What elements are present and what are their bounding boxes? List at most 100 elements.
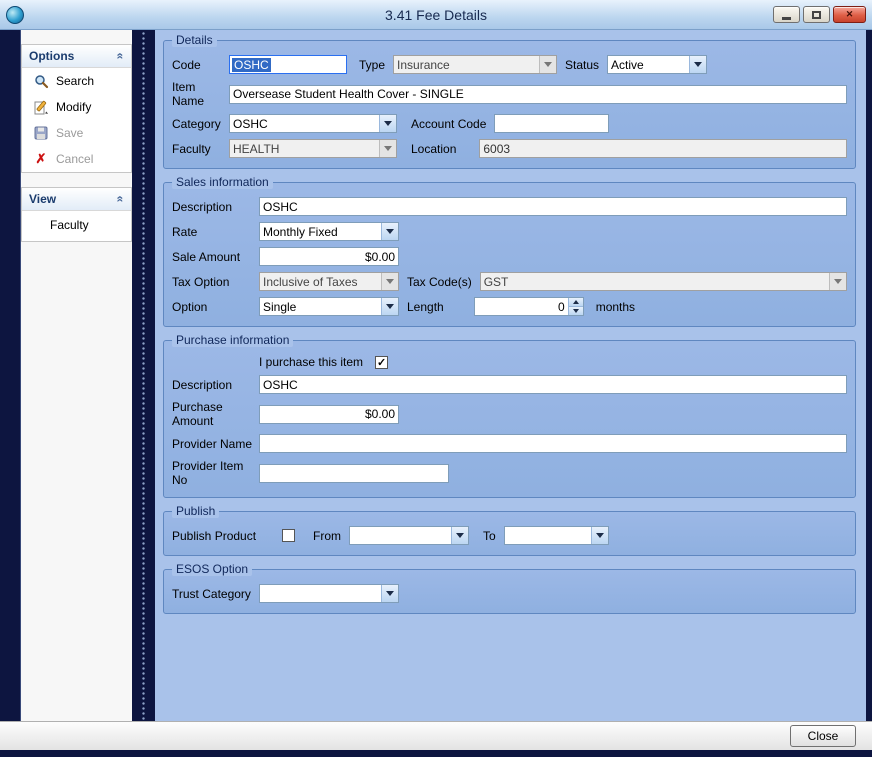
cancel-icon: ✗ (33, 151, 49, 167)
account-code-label: Account Code (411, 117, 486, 131)
close-icon: ✕ (846, 9, 854, 20)
minimize-icon (782, 17, 791, 20)
footer-bar: Close (0, 721, 872, 750)
publish-product-label: Publish Product (172, 529, 282, 543)
faculty-dropdown: HEALTH (229, 139, 397, 158)
spin-up-icon[interactable] (569, 298, 583, 306)
minimize-button[interactable] (773, 6, 800, 23)
modify-icon (33, 99, 49, 115)
sidebar-item-label: Cancel (56, 152, 93, 166)
purchase-description-label: Description (172, 378, 259, 392)
purchase-description-input[interactable] (259, 375, 847, 394)
tax-option-label: Tax Option (172, 275, 259, 289)
status-label: Status (565, 58, 599, 72)
sidebar-item-cancel: ✗ Cancel (22, 146, 131, 172)
sidebar-item-label: Search (56, 74, 94, 88)
rate-label: Rate (172, 225, 259, 239)
chevron-down-icon (829, 273, 846, 290)
maximize-button[interactable] (803, 6, 830, 23)
options-panel: Options « Search Modify (21, 44, 132, 173)
close-window-button[interactable]: ✕ (833, 6, 866, 23)
sidebar-item-faculty[interactable]: Faculty (22, 211, 131, 241)
sidebar-item-search[interactable]: Search (22, 68, 131, 94)
provider-item-no-input[interactable] (259, 464, 449, 483)
chevron-down-icon (381, 298, 398, 315)
item-name-input[interactable] (229, 85, 847, 104)
length-label: Length (407, 300, 444, 314)
chevron-down-icon (381, 223, 398, 240)
months-label: months (596, 300, 635, 314)
group-title: Purchase information (172, 333, 293, 347)
chevron-down-icon (689, 56, 706, 73)
sidebar-item-label: Save (56, 126, 83, 140)
faculty-label: Faculty (172, 142, 229, 156)
option-label: Option (172, 300, 259, 314)
trust-category-dropdown[interactable] (259, 584, 399, 603)
type-dropdown: Insurance (393, 55, 557, 74)
sales-description-label: Description (172, 200, 259, 214)
i-purchase-checkbox[interactable]: ✓ (375, 356, 388, 369)
group-title: ESOS Option (172, 562, 252, 576)
provider-item-no-label: Provider Item No (172, 459, 259, 487)
sidebar-item-save: Save (22, 120, 131, 146)
chevron-down-icon (379, 115, 396, 132)
sidebar-item-modify[interactable]: Modify (22, 94, 131, 120)
account-code-input[interactable] (494, 114, 609, 133)
length-spinner[interactable]: 0 (474, 297, 584, 316)
group-title: Publish (172, 504, 219, 518)
location-input (479, 139, 847, 158)
chevron-down-icon (379, 140, 396, 157)
app-icon (6, 6, 24, 24)
group-title: Sales information (172, 175, 273, 189)
form-content: Details Code OSHC Type Insurance Status (155, 30, 866, 721)
purchase-amount-input[interactable] (259, 405, 399, 424)
chevron-down-icon (381, 585, 398, 602)
provider-name-label: Provider Name (172, 437, 259, 451)
titlebar: 3.41 Fee Details ✕ (0, 0, 872, 30)
sidebar-splitter[interactable] (140, 30, 147, 721)
main-area: Options « Search Modify (0, 30, 872, 721)
view-panel-header[interactable]: View « (22, 188, 131, 211)
rate-dropdown[interactable]: Monthly Fixed (259, 222, 399, 241)
fee-details-window: 3.41 Fee Details ✕ Options « Search (0, 0, 872, 757)
chevron-down-icon (451, 527, 468, 544)
tax-codes-label: Tax Code(s) (407, 275, 472, 289)
code-label: Code (172, 58, 229, 72)
chevron-down-icon (539, 56, 556, 73)
category-label: Category (172, 117, 229, 131)
code-input[interactable]: OSHC (229, 55, 347, 74)
sales-description-input[interactable] (259, 197, 847, 216)
group-title: Details (172, 33, 217, 47)
purchase-group: Purchase information I purchase this ite… (163, 340, 856, 498)
status-dropdown[interactable]: Active (607, 55, 707, 74)
from-dropdown[interactable] (349, 526, 469, 545)
from-label: From (313, 529, 341, 543)
i-purchase-label: I purchase this item (259, 355, 363, 369)
search-icon (33, 73, 49, 89)
option-dropdown[interactable]: Single (259, 297, 399, 316)
publish-group: Publish Publish Product From To (163, 511, 856, 556)
save-icon (33, 125, 49, 141)
purchase-amount-label: Purchase Amount (172, 400, 259, 428)
chevron-down-icon (381, 273, 398, 290)
sales-group: Sales information Description Rate Month… (163, 182, 856, 327)
sale-amount-input[interactable] (259, 247, 399, 266)
tax-codes-dropdown: GST (480, 272, 847, 291)
to-dropdown[interactable] (504, 526, 609, 545)
to-label: To (483, 529, 496, 543)
maximize-icon (812, 11, 821, 19)
collapse-icon: « (114, 53, 128, 60)
trust-category-label: Trust Category (172, 587, 259, 601)
window-title: 3.41 Fee Details (0, 7, 872, 23)
sidebar-item-label: Modify (56, 100, 91, 114)
provider-name-input[interactable] (259, 434, 847, 453)
spin-down-icon[interactable] (569, 306, 583, 315)
options-panel-header[interactable]: Options « (22, 45, 131, 68)
tax-option-dropdown: Inclusive of Taxes (259, 272, 399, 291)
category-dropdown[interactable]: OSHC (229, 114, 397, 133)
type-label: Type (359, 58, 385, 72)
view-panel-title: View (29, 192, 56, 206)
chevron-down-icon (591, 527, 608, 544)
publish-product-checkbox[interactable] (282, 529, 295, 542)
close-button[interactable]: Close (790, 725, 856, 747)
